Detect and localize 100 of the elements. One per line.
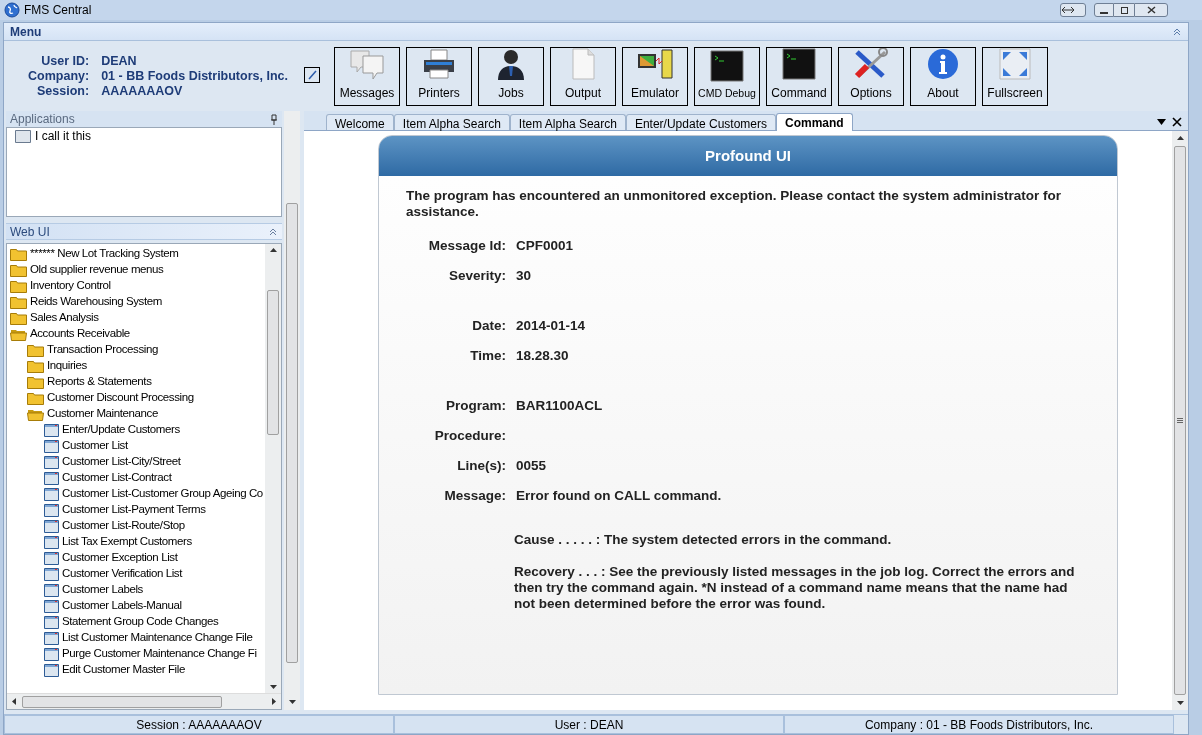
down-arrow-icon[interactable] [1176,701,1184,705]
down-arrow-icon[interactable] [288,700,296,704]
tree-item[interactable]: Inquiries [47,357,87,375]
scrollbar-thumb[interactable] [22,695,222,708]
field-value: 30 [516,267,532,285]
window-icon [44,471,59,485]
window-icon [44,583,59,597]
toolbar-button[interactable]: About [910,46,976,106]
field-label: Message Id: [427,237,506,255]
terminal-icon [709,49,745,82]
status-text: Company : 01 - BB Foods Distributors, Inc. [784,715,1174,734]
scrollbar-thumb[interactable] [286,203,298,663]
terminal-icon [781,47,817,80]
field-value: Error found on CALL command. [516,487,722,505]
tree-item[interactable]: Customer List-Contract [62,469,172,487]
computer-icon [637,47,673,80]
field-value: 01 - BB Foods Distributors, Inc. [101,68,289,84]
tree-item[interactable]: Customer Labels-Manual [62,597,182,615]
tree-item[interactable]: Customer Verification List [62,565,182,583]
dialog-title: Profound UI [705,145,791,166]
restore-button[interactable] [1114,3,1134,17]
field-value: 18.28.30 [516,347,569,365]
window-title: FMS Central [24,2,92,19]
window-icon [44,567,59,581]
toolbar-button[interactable]: Jobs [478,46,544,106]
menu-title: Menu [10,23,42,41]
tree-item[interactable]: Customer List [62,437,128,455]
window-icon [44,439,59,453]
tree-item[interactable]: Enter/Update Customers [62,421,180,439]
tree-item[interactable]: ****** New Lot Tracking System [30,245,179,263]
field-label: Program: [445,397,506,415]
tree-item[interactable]: Accounts Receivable [30,325,130,343]
scrollbar[interactable] [284,111,300,710]
tree-item[interactable]: Inventory Control [30,277,111,295]
field-value: DEAN [101,53,138,69]
window-icon [44,503,59,517]
tree-item[interactable]: Edit Customer Master File [62,661,185,679]
field-value: 2014-01-14 [516,317,586,335]
toolbar-button[interactable]: Messages [334,46,400,106]
minimize-button[interactable] [1094,3,1114,17]
tree-item[interactable]: Customer List-Customer Group Ageing Co [62,485,263,503]
dropdown-icon[interactable] [1157,119,1166,125]
toolbar-button[interactable]: Output [550,46,616,106]
pin-icon[interactable] [270,113,278,125]
tree-item[interactable]: Sales Analysis [30,309,99,327]
tree-item[interactable]: Customer List-Route/Stop [62,517,185,535]
tree-item[interactable]: Customer List-City/Street [62,453,181,471]
down-arrow-icon[interactable] [269,685,277,689]
window-icon [44,455,59,469]
tree-item[interactable]: Reids Warehousing System [30,293,162,311]
left-arrow-icon[interactable] [12,698,16,705]
tree-item[interactable]: List Tax Exempt Customers [62,533,192,551]
tools-icon [853,47,889,80]
edit-button[interactable] [304,67,320,83]
toolbar-button[interactable]: Emulator [622,46,688,106]
tree-item[interactable]: Transaction Processing [47,341,158,359]
tree-item[interactable]: Customer Labels [62,581,143,599]
up-arrow-icon[interactable] [1176,136,1184,140]
toolbar-button[interactable]: Options [838,46,904,106]
scrollbar[interactable] [265,244,281,693]
printer-icon [421,47,457,80]
expand-icon [997,47,1033,80]
info-icon [925,47,961,80]
tree-item[interactable]: Customer Exception List [62,549,178,567]
toolbar-button[interactable]: Command [766,46,832,106]
tree-item[interactable]: Customer Maintenance [47,405,158,423]
right-arrow-icon[interactable] [272,698,276,705]
error-message: The program has encountered an unmonitored exception. Please contact the system administrator for assistance. [406,188,1062,220]
tree-item[interactable]: Reports & Statements [47,373,152,391]
scrollbar[interactable] [7,693,281,709]
scrollbar-thumb[interactable] [1174,146,1186,695]
tree-item[interactable]: List Customer Maintenance Change File [62,629,253,647]
tab[interactable]: Item Alpha Search [393,114,510,130]
collapse-icon[interactable] [1172,26,1182,37]
tree-item[interactable]: Statement Group Code Changes [62,613,219,631]
globe-icon [4,2,20,18]
toolbar-button[interactable]: CMD Debug [694,46,760,106]
tree-item[interactable]: Old supplier revenue menus [30,261,164,279]
scrollbar[interactable] [1172,131,1188,710]
window-icon [44,535,59,549]
up-arrow-icon[interactable] [269,248,277,252]
tab[interactable]: Item Alpha Search [509,114,626,130]
list-item[interactable]: I call it this [35,128,91,145]
window-icon [15,129,31,143]
tab[interactable]: Enter/Update Customers [625,114,776,130]
tab[interactable]: Welcome [326,114,394,130]
toolbar-button[interactable]: Fullscreen [982,46,1048,106]
close-icon[interactable] [1172,117,1182,127]
tree-item[interactable]: Customer Discount Processing [47,389,194,407]
close-button[interactable] [1134,3,1168,17]
resize-button[interactable] [1060,3,1086,17]
tab[interactable]: Command [776,113,853,131]
scrollbar-thumb[interactable] [267,290,279,435]
window-icon [44,663,59,677]
collapse-icon[interactable] [268,226,278,237]
field-label: Date: [471,317,506,335]
tree-item[interactable]: Purge Customer Maintenance Change Fi [62,645,257,663]
tree-item[interactable]: Customer List-Payment Terms [62,501,206,519]
toolbar-button[interactable]: Printers [406,46,472,106]
close-icon [1146,6,1156,14]
